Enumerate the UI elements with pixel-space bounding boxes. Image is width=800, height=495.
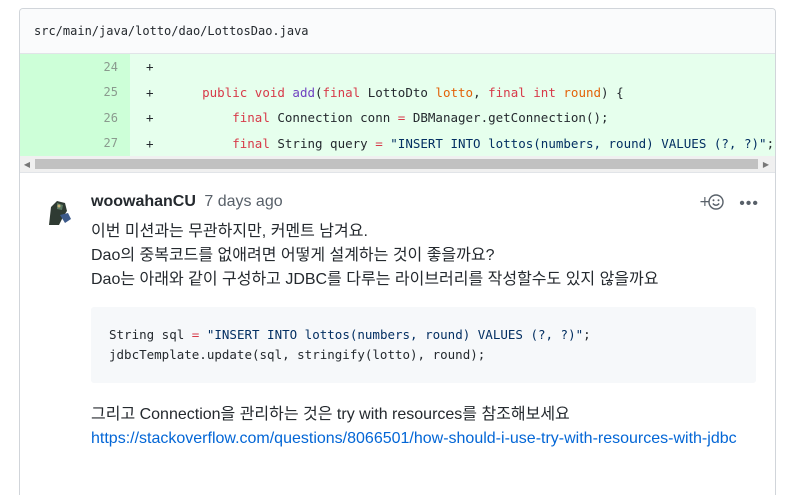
comment-actions: + •••	[699, 193, 759, 214]
scroll-thumb[interactable]	[35, 159, 758, 169]
file-path[interactable]: src/main/java/lotto/dao/LottosDao.java	[34, 24, 309, 38]
code-line: jdbcTemplate.update(sql, stringify(lotto…	[109, 347, 486, 362]
comment-line: 이번 미션과는 무관하지만, 커멘트 남겨요.	[91, 223, 368, 240]
line-number[interactable]: 25	[20, 79, 130, 105]
comment-line: 그리고 Connection을 관리하는 것은 try with resourc…	[91, 406, 570, 423]
diff-sign: +	[146, 84, 154, 100]
line-number[interactable]: 26	[20, 105, 130, 131]
horizontal-scrollbar[interactable]: ◀ ▶	[20, 156, 775, 173]
code-content: final String query = "INSERT INTO lottos…	[232, 135, 775, 151]
code-content: public void add(final LottoDto lotto, fi…	[202, 84, 624, 100]
diff-line: 24 +	[20, 54, 775, 80]
line-number[interactable]: 24	[20, 54, 130, 80]
author-name[interactable]: woowahanCU	[91, 193, 196, 210]
kebab-horizontal-icon: •••	[739, 194, 759, 212]
diff-line: 25 + public void add(final LottoDto lotto…	[20, 79, 775, 105]
comment-time[interactable]: 7 days ago	[204, 193, 282, 210]
diff-line: 27 + final String query = "INSERT INTO lo…	[20, 130, 775, 156]
scroll-right-icon[interactable]: ▶	[759, 156, 773, 172]
comment-code-block: String sql = "INSERT INTO lottos(numbers…	[91, 307, 756, 383]
stackoverflow-link[interactable]: https://stackoverflow.com/questions/8066…	[91, 430, 737, 447]
avatar[interactable]	[45, 197, 75, 227]
diff-line: 26 + final Connection conn = DBManager.ge…	[20, 105, 775, 131]
more-options-button[interactable]: •••	[739, 195, 759, 213]
comment-body: 이번 미션과는 무관하지만, 커멘트 남겨요. Dao의 중복코드를 없애려면 …	[91, 220, 751, 292]
diff-sign: +	[146, 110, 154, 126]
add-reaction-button[interactable]: +	[699, 193, 725, 214]
code-line: String sql = "INSERT INTO lottos(numbers…	[109, 327, 591, 342]
review-panel: src/main/java/lotto/dao/LottosDao.java 2…	[19, 8, 776, 495]
smiley-add-icon: +	[699, 193, 725, 214]
line-number[interactable]: 27	[20, 130, 130, 156]
comment-header: woowahanCU 7 days ago	[91, 193, 283, 211]
comment-line: Dao는 아래와 같이 구성하고 JDBC를 다루는 라이브러리를 작성할수도 …	[91, 271, 659, 288]
comment-line: Dao의 중복코드를 없애려면 어떻게 설계하는 것이 좋을까요?	[91, 247, 495, 264]
diff-sign: +	[146, 135, 154, 151]
diff-code: 24 +25 + public void add(final LottoDto lo…	[20, 54, 775, 156]
scroll-left-icon[interactable]: ◀	[20, 156, 34, 172]
code-content: final Connection conn = DBManager.getCon…	[232, 110, 609, 126]
file-header: src/main/java/lotto/dao/LottosDao.java	[20, 9, 775, 54]
diff-sign: +	[146, 59, 154, 75]
comment-footer-text: 그리고 Connection을 관리하는 것은 try with resourc…	[91, 403, 751, 451]
